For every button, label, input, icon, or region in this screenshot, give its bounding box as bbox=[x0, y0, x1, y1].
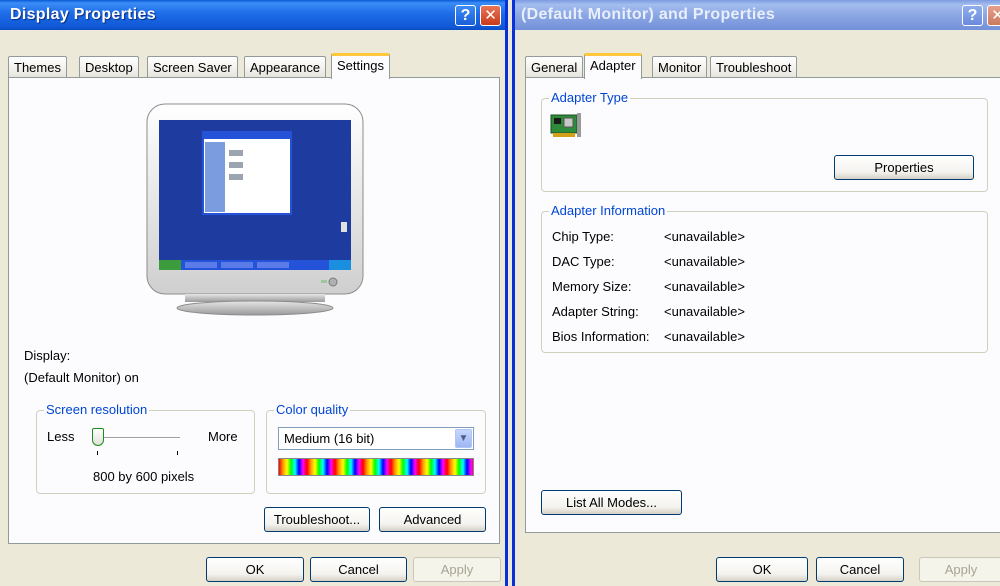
advanced-button[interactable]: Advanced bbox=[379, 507, 486, 532]
screen-resolution-group: Screen resolution Less More 800 by 600 p… bbox=[36, 402, 255, 494]
chevron-down-icon[interactable]: ▼ bbox=[455, 429, 472, 448]
resolution-value: 800 by 600 pixels bbox=[93, 469, 195, 484]
tab-monitor[interactable]: Monitor bbox=[652, 56, 708, 78]
tab-troubleshoot[interactable]: Troubleshoot bbox=[710, 56, 798, 78]
tab-themes[interactable]: Themes bbox=[8, 56, 67, 78]
adapter-type-group: Adapter Type Properties bbox=[541, 90, 988, 192]
tab-desktop[interactable]: Desktop bbox=[79, 56, 139, 78]
monitor-preview bbox=[146, 103, 364, 316]
display-properties-window: Display Properties ? ✕ Themes Desktop Sc… bbox=[0, 0, 508, 586]
close-button[interactable]: ✕ bbox=[987, 5, 1000, 26]
apply-button[interactable]: Apply bbox=[919, 557, 1000, 582]
color-spectrum-bar bbox=[278, 458, 474, 476]
slider-tick-max bbox=[177, 451, 178, 455]
color-quality-group: Color quality Medium (16 bit) ▼ bbox=[266, 402, 486, 494]
bios-information-label: Bios Information: bbox=[552, 329, 650, 344]
help-button[interactable]: ? bbox=[455, 5, 476, 26]
dac-type-value: <unavailable> bbox=[664, 254, 745, 269]
list-all-modes-button[interactable]: List All Modes... bbox=[541, 490, 682, 515]
adapter-string-value: <unavailable> bbox=[664, 304, 745, 319]
slider-tick-min bbox=[97, 451, 98, 455]
adapter-type-label: Adapter Type bbox=[549, 90, 631, 105]
bios-information-value: <unavailable> bbox=[664, 329, 745, 344]
less-label: Less bbox=[47, 429, 75, 444]
apply-button[interactable]: Apply bbox=[413, 557, 501, 582]
adapter-information-group: Adapter Information Chip Type: <unavaila… bbox=[541, 203, 988, 353]
more-label: More bbox=[208, 429, 238, 444]
tab-settings[interactable]: Settings bbox=[331, 53, 390, 79]
tab-screen-saver[interactable]: Screen Saver bbox=[147, 56, 238, 78]
color-quality-dropdown[interactable]: Medium (16 bit) ▼ bbox=[278, 427, 474, 450]
window-title: (Default Monitor) and Properties bbox=[521, 6, 776, 23]
tab-appearance[interactable]: Appearance bbox=[244, 56, 327, 78]
cancel-button[interactable]: Cancel bbox=[310, 557, 407, 582]
ok-button[interactable]: OK bbox=[716, 557, 808, 582]
tab-general[interactable]: General bbox=[525, 56, 584, 78]
display-value: (Default Monitor) on bbox=[24, 370, 139, 385]
cancel-button[interactable]: Cancel bbox=[816, 557, 904, 582]
ok-button[interactable]: OK bbox=[206, 557, 304, 582]
adapter-panel: Adapter Type Properties Adapter Informat… bbox=[525, 77, 1000, 533]
memory-size-value: <unavailable> bbox=[664, 279, 745, 294]
help-button[interactable]: ? bbox=[962, 5, 983, 26]
screen-resolution-label: Screen resolution bbox=[44, 402, 150, 417]
window-title: Display Properties bbox=[10, 6, 156, 23]
title-bar[interactable]: (Default Monitor) and Properties ? ✕ bbox=[515, 0, 1000, 30]
adapter-properties-window: (Default Monitor) and Properties ? ✕ Gen… bbox=[512, 0, 1000, 586]
resolution-slider-thumb[interactable] bbox=[92, 428, 104, 446]
chip-type-label: Chip Type: bbox=[552, 229, 614, 244]
settings-panel: Display: (Default Monitor) on Screen res… bbox=[8, 77, 500, 544]
color-quality-selected: Medium (16 bit) bbox=[284, 431, 375, 446]
adapter-information-label: Adapter Information bbox=[549, 203, 668, 218]
resolution-slider-track[interactable] bbox=[94, 437, 180, 439]
tab-adapter[interactable]: Adapter bbox=[584, 53, 642, 79]
adapter-string-label: Adapter String: bbox=[552, 304, 639, 319]
dac-type-label: DAC Type: bbox=[552, 254, 615, 269]
properties-button[interactable]: Properties bbox=[834, 155, 974, 180]
chip-type-value: <unavailable> bbox=[664, 229, 745, 244]
color-quality-label: Color quality bbox=[274, 402, 351, 417]
troubleshoot-button[interactable]: Troubleshoot... bbox=[264, 507, 370, 532]
display-label: Display: bbox=[24, 348, 71, 363]
graphics-card-icon bbox=[550, 113, 581, 137]
close-button[interactable]: ✕ bbox=[480, 5, 501, 26]
title-bar[interactable]: Display Properties ? ✕ bbox=[0, 0, 505, 30]
memory-size-label: Memory Size: bbox=[552, 279, 632, 294]
